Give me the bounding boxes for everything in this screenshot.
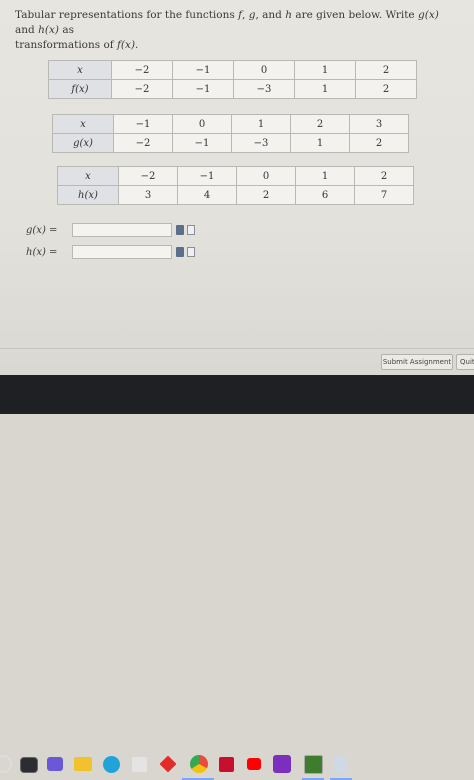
assignment-screen: Tabular representations for the function… <box>0 0 474 375</box>
taskbar <box>0 375 474 780</box>
table-row: g(x) −2 −1 −3 1 2 <box>52 133 409 153</box>
table-cell: 2 <box>236 185 296 205</box>
table-cell: −1 <box>113 114 173 134</box>
prompt-text: Tabular representations for the function… <box>15 9 235 21</box>
onenote-icon[interactable] <box>273 755 291 773</box>
table-cell: 2 <box>290 114 350 134</box>
table-header-row: x −2 −1 0 1 2 <box>48 60 417 80</box>
table-cell: −3 <box>231 133 291 153</box>
app-icon[interactable] <box>304 755 323 774</box>
table-cell: 6 <box>295 185 355 205</box>
table-cell: 2 <box>349 133 409 153</box>
table-cell: x <box>52 114 114 134</box>
table-cell: x <box>48 60 112 80</box>
table-cell: 3 <box>349 114 409 134</box>
notepad-icon[interactable] <box>334 755 348 773</box>
table-cell: −1 <box>172 133 232 153</box>
g-answer-row: g(x) = <box>26 223 195 237</box>
table-cell: 1 <box>294 79 356 99</box>
table-cell: 1 <box>231 114 291 134</box>
prompt-gx: g(x) <box>418 9 439 21</box>
prompt-f: f <box>238 9 243 21</box>
prompt-text: and <box>15 24 35 36</box>
table-cell: −1 <box>172 60 234 80</box>
table-cell: −2 <box>113 133 173 153</box>
table-cell: x <box>57 166 119 186</box>
prompt-h: h <box>285 9 292 21</box>
equation-editor-icon[interactable] <box>176 225 184 235</box>
table-cell: h(x) <box>57 185 119 205</box>
table-cell: 0 <box>236 166 296 186</box>
youtube-icon[interactable] <box>247 758 261 770</box>
table-cell: −3 <box>233 79 295 99</box>
table-header-row: x −1 0 1 2 3 <box>52 114 409 134</box>
table-cell: 7 <box>354 185 414 205</box>
prompt-text: as <box>62 24 74 36</box>
g-answer-input[interactable] <box>72 223 172 237</box>
table-row: f(x) −2 −1 −3 1 2 <box>48 79 417 99</box>
start-icon[interactable] <box>0 755 12 773</box>
table-cell: −1 <box>177 166 237 186</box>
table-cell: 0 <box>233 60 295 80</box>
prompt-text: are given below. Write <box>295 9 415 21</box>
search-icon[interactable] <box>20 757 38 773</box>
f-table: x −2 −1 0 1 2 f(x) −2 −1 −3 1 2 <box>48 60 417 99</box>
h-answer-label: h(x) = <box>26 246 58 258</box>
prompt-fx: f(x). <box>117 39 139 51</box>
h-answer-input[interactable] <box>72 245 172 259</box>
table-cell: 1 <box>290 133 350 153</box>
table-cell: 2 <box>355 60 417 80</box>
table-cell: g(x) <box>52 133 114 153</box>
preview-icon[interactable] <box>187 247 195 257</box>
g-table: x −1 0 1 2 3 g(x) −2 −1 −3 1 2 <box>52 114 409 153</box>
table-cell: −1 <box>172 79 234 99</box>
h-table: x −2 −1 0 1 2 h(x) 3 4 2 6 7 <box>57 166 414 205</box>
g-answer-label: g(x) = <box>26 224 58 236</box>
question-prompt: Tabular representations for the function… <box>15 9 439 51</box>
h-answer-row: h(x) = <box>26 245 195 259</box>
table-cell: −2 <box>111 79 173 99</box>
prompt-hx: h(x) <box>38 24 59 36</box>
ruby-icon[interactable] <box>159 755 177 773</box>
mcafee-icon[interactable] <box>219 757 234 772</box>
quit-button[interactable]: Quit <box>456 354 474 370</box>
table-cell: −2 <box>111 60 173 80</box>
video-call-icon[interactable] <box>47 757 63 771</box>
preview-icon[interactable] <box>187 225 195 235</box>
table-cell: 2 <box>355 79 417 99</box>
table-cell: f(x) <box>48 79 112 99</box>
prompt-text: transformations of <box>15 39 114 51</box>
equation-editor-icon[interactable] <box>176 247 184 257</box>
submit-assignment-button[interactable]: Submit Assignment <box>381 354 453 370</box>
table-cell: 4 <box>177 185 237 205</box>
table-cell: −2 <box>118 166 178 186</box>
table-cell: 1 <box>294 60 356 80</box>
folder-icon[interactable] <box>74 757 92 771</box>
prompt-g: g <box>248 9 256 21</box>
chrome-icon[interactable] <box>190 755 208 773</box>
table-row: h(x) 3 4 2 6 7 <box>57 185 414 205</box>
table-cell: 1 <box>295 166 355 186</box>
footer-divider <box>0 348 474 349</box>
table-header-row: x −2 −1 0 1 2 <box>57 166 414 186</box>
table-cell: 3 <box>118 185 178 205</box>
edge-icon[interactable] <box>103 756 120 773</box>
table-cell: 2 <box>354 166 414 186</box>
calculator-icon[interactable] <box>132 757 147 772</box>
prompt-text: and <box>262 9 282 21</box>
table-cell: 0 <box>172 114 232 134</box>
